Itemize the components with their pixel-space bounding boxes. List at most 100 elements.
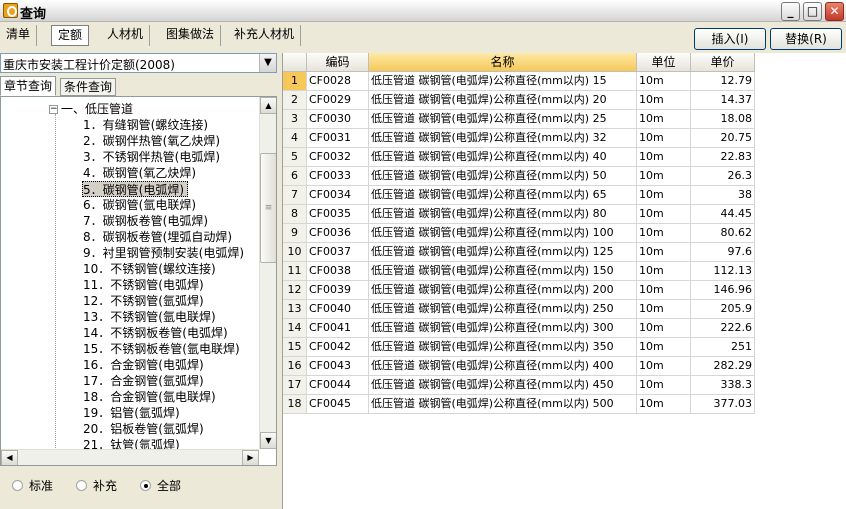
cell-code: CF0035 bbox=[307, 205, 369, 224]
tree-item[interactable]: 14．不锈钢板卷管(电弧焊) bbox=[83, 325, 228, 341]
tree-vertical-scrollbar[interactable]: ▲ ≡ ▼ bbox=[259, 97, 276, 449]
cell-code: CF0031 bbox=[307, 129, 369, 148]
table-row[interactable]: 3 CF0030 低压管道 碳钢管(电弧焊)公称直径(mm以内) 25 10m 18.0… bbox=[283, 110, 755, 129]
table-row[interactable]: 16 CF0043 低压管道 碳钢管(电弧焊)公称直径(mm以内) 400 10m 28… bbox=[283, 357, 755, 376]
cell-price: 377.03 bbox=[691, 395, 755, 414]
table-row[interactable]: 11 CF0038 低压管道 碳钢管(电弧焊)公称直径(mm以内) 150 10m 11… bbox=[283, 262, 755, 281]
scroll-thumb[interactable]: ≡ bbox=[260, 153, 276, 263]
quota-library-select[interactable]: 重庆市安装工程计价定额(2008) ▼ bbox=[0, 53, 277, 73]
tree-item[interactable]: 19．铝管(氩弧焊) bbox=[83, 405, 180, 421]
radio-all[interactable]: 全部 bbox=[140, 478, 181, 494]
tree-item[interactable]: 13．不锈钢管(氩电联焊) bbox=[83, 309, 216, 325]
tree-item[interactable]: 20．铝板卷管(氩弧焊) bbox=[83, 421, 204, 437]
tab-chapter-query[interactable]: 章节查询 bbox=[0, 76, 57, 96]
cell-code: CF0034 bbox=[307, 186, 369, 205]
table-row[interactable]: 9 CF0036 低压管道 碳钢管(电弧焊)公称直径(mm以内) 100 10m 80.… bbox=[283, 224, 755, 243]
tree-item[interactable]: 6．碳钢管(氩电联焊) bbox=[83, 197, 196, 213]
table-row[interactable]: 13 CF0040 低压管道 碳钢管(电弧焊)公称直径(mm以内) 250 10m 20… bbox=[283, 300, 755, 319]
tab-bill[interactable]: 清单 bbox=[0, 25, 38, 46]
minimize-button[interactable]: _ bbox=[781, 2, 800, 21]
table-row[interactable]: 17 CF0044 低压管道 碳钢管(电弧焊)公称直径(mm以内) 450 10m 33… bbox=[283, 376, 755, 395]
table-row[interactable]: 6 CF0033 低压管道 碳钢管(电弧焊)公称直径(mm以内) 50 10m 26.3 bbox=[283, 167, 755, 186]
cell-name: 低压管道 碳钢管(电弧焊)公称直径(mm以内) 150 bbox=[369, 262, 637, 281]
cell-unit: 10m bbox=[637, 357, 691, 376]
table-row[interactable]: 8 CF0035 低压管道 碳钢管(电弧焊)公称直径(mm以内) 80 10m 44.4… bbox=[283, 205, 755, 224]
tree-item[interactable]: 18．合金钢管(氩电联焊) bbox=[83, 389, 216, 405]
row-index: 4 bbox=[283, 129, 307, 148]
cell-unit: 10m bbox=[637, 167, 691, 186]
tree-item[interactable]: 9．衬里钢管预制安装(电弧焊) bbox=[83, 245, 244, 261]
table-row[interactable]: 15 CF0042 低压管道 碳钢管(电弧焊)公称直径(mm以内) 350 10m 25… bbox=[283, 338, 755, 357]
tree-item[interactable]: 15．不锈钢板卷管(氩电联焊) bbox=[83, 341, 240, 357]
radio-supplement[interactable]: 补充 bbox=[76, 478, 117, 494]
tab-atlas[interactable]: 图集做法 bbox=[160, 25, 222, 46]
tree-item[interactable]: 16．合金钢管(电弧焊) bbox=[83, 357, 204, 373]
tree-item[interactable]: 5．碳钢管(电弧焊) bbox=[82, 181, 188, 197]
tree-item[interactable]: 17．合金钢管(氩弧焊) bbox=[83, 373, 204, 389]
tree-node-root[interactable]: − 一、低压管道 bbox=[49, 101, 133, 117]
scroll-down-icon[interactable]: ▼ bbox=[260, 432, 276, 449]
cell-name: 低压管道 碳钢管(电弧焊)公称直径(mm以内) 40 bbox=[369, 148, 637, 167]
tree-horizontal-scrollbar[interactable]: ◀ ▶ bbox=[1, 449, 259, 465]
close-button[interactable]: ✕ bbox=[825, 2, 844, 21]
cell-code: CF0038 bbox=[307, 262, 369, 281]
tab-supplement[interactable]: 补充人材机 bbox=[228, 25, 302, 46]
cell-unit: 10m bbox=[637, 110, 691, 129]
table-row[interactable]: 2 CF0029 低压管道 碳钢管(电弧焊)公称直径(mm以内) 20 10m 14.3… bbox=[283, 91, 755, 110]
scroll-right-icon[interactable]: ▶ bbox=[242, 450, 259, 465]
tree-item[interactable]: 3．不锈钢伴热管(电弧焊) bbox=[83, 149, 220, 165]
tree-item[interactable]: 10．不锈钢管(螺纹连接) bbox=[83, 261, 216, 277]
tree-item[interactable]: 2．碳钢伴热管(氧乙炔焊) bbox=[83, 133, 220, 149]
cell-name: 低压管道 碳钢管(电弧焊)公称直径(mm以内) 400 bbox=[369, 357, 637, 376]
cell-price: 146.96 bbox=[691, 281, 755, 300]
cell-price: 22.83 bbox=[691, 148, 755, 167]
radio-standard[interactable]: 标准 bbox=[12, 478, 53, 494]
header-price[interactable]: 单价 bbox=[691, 53, 755, 72]
table-row[interactable]: 12 CF0039 低压管道 碳钢管(电弧焊)公称直径(mm以内) 200 10m 14… bbox=[283, 281, 755, 300]
tree-item[interactable]: 7．碳钢板卷管(电弧焊) bbox=[83, 213, 208, 229]
chevron-down-icon[interactable]: ▼ bbox=[259, 54, 276, 72]
cell-name: 低压管道 碳钢管(电弧焊)公称直径(mm以内) 80 bbox=[369, 205, 637, 224]
row-index: 8 bbox=[283, 205, 307, 224]
chapter-tree: − 一、低压管道 1．有缝钢管(螺纹连接) 2．碳钢伴热管(氧乙炔焊) 3．不锈钢伴热… bbox=[0, 96, 277, 466]
tree-item[interactable]: 4．碳钢管(氧乙炔焊) bbox=[83, 165, 196, 181]
header-code[interactable]: 编码 bbox=[307, 53, 369, 72]
table-row[interactable]: 5 CF0032 低压管道 碳钢管(电弧焊)公称直径(mm以内) 40 10m 22.8… bbox=[283, 148, 755, 167]
row-index: 6 bbox=[283, 167, 307, 186]
cell-price: 112.13 bbox=[691, 262, 755, 281]
scroll-left-icon[interactable]: ◀ bbox=[1, 450, 18, 465]
cell-price: 222.6 bbox=[691, 319, 755, 338]
cell-name: 低压管道 碳钢管(电弧焊)公称直径(mm以内) 300 bbox=[369, 319, 637, 338]
table-row[interactable]: 7 CF0034 低压管道 碳钢管(电弧焊)公称直径(mm以内) 65 10m 38 bbox=[283, 186, 755, 205]
cell-price: 251 bbox=[691, 338, 755, 357]
tab-condition-query[interactable]: 条件查询 bbox=[60, 78, 117, 96]
tree-item[interactable]: 12．不锈钢管(氩弧焊) bbox=[83, 293, 204, 309]
cell-code: CF0039 bbox=[307, 281, 369, 300]
table-row[interactable]: 18 CF0045 低压管道 碳钢管(电弧焊)公称直径(mm以内) 500 10m 37… bbox=[283, 395, 755, 414]
cell-code: CF0028 bbox=[307, 72, 369, 91]
tree-item[interactable]: 1．有缝钢管(螺纹连接) bbox=[83, 117, 208, 133]
tree-item[interactable]: 8．碳钢板卷管(埋弧自动焊) bbox=[83, 229, 232, 245]
header-unit[interactable]: 单位 bbox=[637, 53, 691, 72]
cell-price: 338.3 bbox=[691, 376, 755, 395]
row-index: 7 bbox=[283, 186, 307, 205]
filter-radio-group: 标准 补充 全部 bbox=[0, 466, 277, 508]
cell-price: 44.45 bbox=[691, 205, 755, 224]
quota-library-value: 重庆市安装工程计价定额(2008) bbox=[3, 58, 175, 72]
replace-button[interactable]: 替换(R) bbox=[770, 28, 842, 50]
table-row[interactable]: 14 CF0041 低压管道 碳钢管(电弧焊)公称直径(mm以内) 300 10m 22… bbox=[283, 319, 755, 338]
cell-unit: 10m bbox=[637, 148, 691, 167]
table-row[interactable]: 10 CF0037 低压管道 碳钢管(电弧焊)公称直径(mm以内) 125 10m 97… bbox=[283, 243, 755, 262]
cell-price: 97.6 bbox=[691, 243, 755, 262]
maximize-button[interactable]: □ bbox=[803, 2, 822, 21]
tree-item[interactable]: 11．不锈钢管(电弧焊) bbox=[83, 277, 204, 293]
insert-button[interactable]: 插入(I) bbox=[694, 28, 766, 50]
cell-price: 38 bbox=[691, 186, 755, 205]
header-name[interactable]: 名称 bbox=[369, 53, 637, 72]
tab-quota[interactable]: 定额 bbox=[51, 25, 90, 46]
collapse-icon[interactable]: − bbox=[49, 105, 58, 114]
table-row[interactable]: 1 CF0028 低压管道 碳钢管(电弧焊)公称直径(mm以内) 15 10m 12.7… bbox=[283, 72, 755, 91]
table-row[interactable]: 4 CF0031 低压管道 碳钢管(电弧焊)公称直径(mm以内) 32 10m 20.7… bbox=[283, 129, 755, 148]
tab-labor-material[interactable]: 人材机 bbox=[101, 25, 151, 46]
scroll-up-icon[interactable]: ▲ bbox=[260, 97, 276, 114]
